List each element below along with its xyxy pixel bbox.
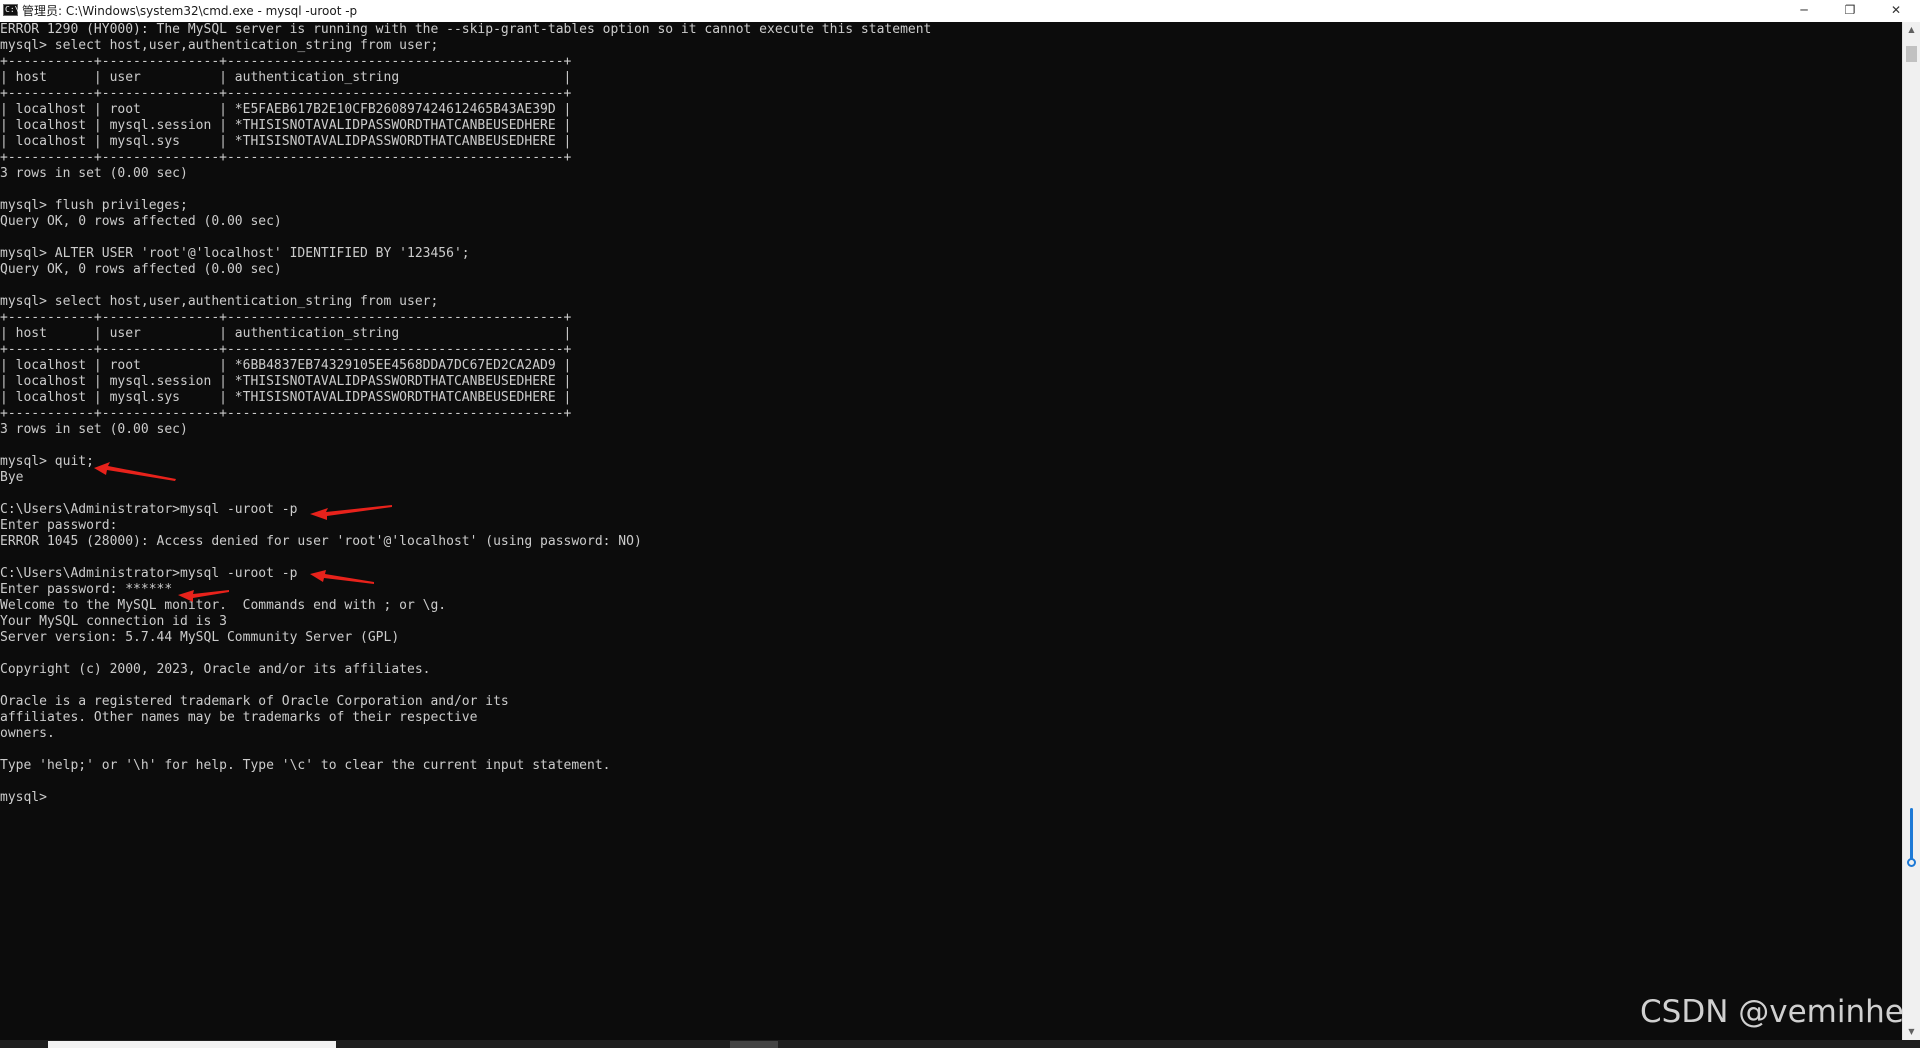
annotation-layer bbox=[94, 462, 392, 602]
red-arrow-icon bbox=[310, 570, 374, 584]
taskbar-active-app[interactable] bbox=[730, 1041, 778, 1048]
cmd-window: C:\ 管理员: C:\Windows\system32\cmd.exe - m… bbox=[0, 0, 1920, 1048]
taskbar-search-box[interactable] bbox=[48, 1041, 336, 1048]
red-arrow-icon bbox=[178, 590, 229, 602]
taskbar bbox=[0, 1040, 1920, 1048]
red-arrow-icon bbox=[310, 505, 392, 520]
red-arrow-icon bbox=[94, 462, 176, 481]
csdn-watermark: CSDN @veminhe bbox=[1640, 994, 1904, 1030]
